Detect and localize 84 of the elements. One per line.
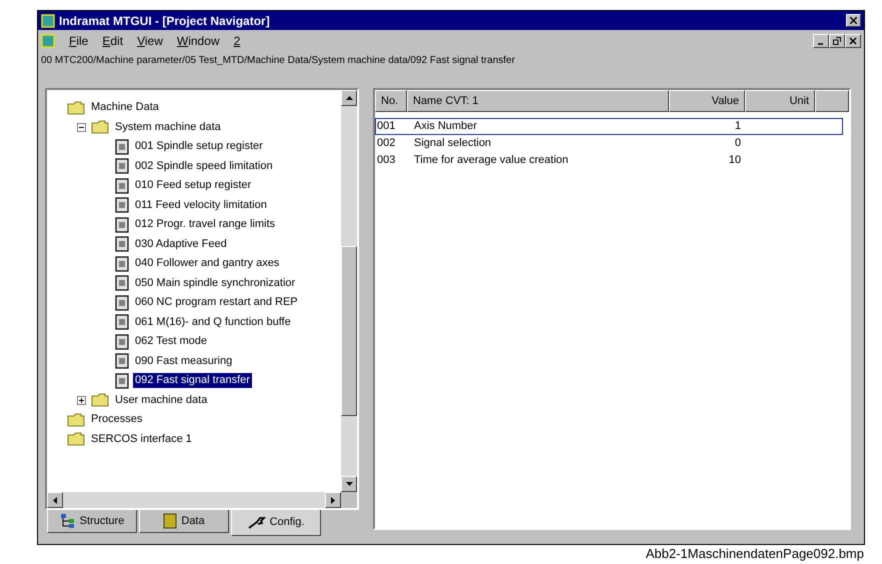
document-icon — [115, 334, 129, 350]
table-cell-text: 001 — [376, 119, 396, 134]
data-icon — [163, 513, 178, 529]
tree-item[interactable]: 092 Fast signal transfer — [133, 373, 252, 388]
table-cell-text: 003 — [376, 153, 396, 168]
tree-item[interactable]: 002 Spindle speed limitation — [133, 158, 275, 174]
tree-item[interactable]: Machine Data — [89, 100, 161, 116]
document-icon — [115, 178, 129, 194]
folder-icon — [91, 393, 109, 408]
tree-item[interactable]: 001 Spindle setup register — [133, 139, 265, 154]
column-header[interactable]: Value — [669, 90, 745, 112]
document-icon — [115, 158, 129, 174]
table-row[interactable]: 003 Time for average value creation 10 — [375, 152, 843, 169]
table-cell-text: Axis Number — [413, 119, 478, 134]
document-icon — [115, 353, 129, 370]
column-header[interactable]: No. — [375, 90, 407, 112]
tab[interactable]: Structure — [47, 510, 137, 533]
tree-item[interactable]: Processes — [89, 412, 144, 428]
path-text: 00 MTC200/Machine parameter/05 Test_MTD/Machine Data/System machine data/092 Fast signal transfer — [41, 54, 515, 68]
tree-item[interactable]: 040 Follower and gantry axes — [133, 256, 282, 272]
tree-item[interactable]: SERCOS interface 1 — [89, 432, 194, 447]
tree-item[interactable]: 060 NC program restart and REP — [133, 295, 300, 310]
app-icon — [41, 14, 55, 28]
tab[interactable]: Data — [139, 510, 229, 533]
folder-icon — [67, 432, 85, 446]
up-arrow-icon — [346, 96, 352, 100]
document-icon — [115, 138, 129, 155]
table-cell-text: Signal selection — [413, 136, 492, 152]
table-cell-text: 1 — [734, 119, 742, 134]
left-arrow-icon — [53, 496, 57, 504]
image-caption: Abb2-1MaschinendatenPage092.bmp — [646, 546, 864, 562]
restore-icon — [833, 37, 841, 45]
tree-item[interactable]: User machine data — [113, 392, 210, 408]
document-icon — [115, 314, 129, 330]
column-header[interactable]: Name CVT: 1 — [407, 90, 669, 112]
tree-item[interactable]: 011 Feed velocity limitation — [133, 198, 269, 213]
tree-item[interactable]: 062 Test mode — [133, 334, 209, 350]
tree-item[interactable]: 090 Fast measuring — [133, 354, 234, 369]
document-icon — [115, 197, 129, 214]
tree-item[interactable]: 012 Progr. travel range limits — [133, 217, 278, 232]
down-arrow-icon — [346, 482, 352, 486]
tree-item[interactable]: System machine data — [113, 120, 223, 135]
document-window-icon — [41, 34, 55, 48]
tree-item[interactable]: 050 Main spindle synchronizatior — [133, 276, 298, 291]
document-icon — [115, 216, 129, 233]
close-icon — [849, 37, 857, 45]
column-header[interactable]: Unit — [745, 90, 815, 112]
window-title: Indramat MTGUI - [Project Navigator] — [59, 12, 270, 30]
menu-item[interactable]: Edit — [102, 32, 124, 50]
document-icon — [115, 256, 129, 272]
tab[interactable]: Config. — [231, 510, 321, 536]
vertical-scrollbar[interactable] — [341, 90, 357, 492]
folder-icon — [67, 412, 85, 427]
table-cell-text: 002 — [376, 136, 396, 152]
minimize-button[interactable] — [813, 34, 829, 48]
document-icon — [115, 236, 129, 252]
tree-structure-icon — [60, 513, 76, 529]
tree-item[interactable]: 061 M(16)- and Q function buffe — [133, 314, 293, 330]
tree-item[interactable]: 030 Adaptive Feed — [133, 236, 229, 252]
document-icon — [115, 275, 129, 292]
close-button[interactable] — [846, 14, 861, 27]
close-icon — [850, 17, 857, 24]
document-icon — [115, 372, 129, 389]
horizontal-scrollbar[interactable] — [47, 492, 341, 508]
close-button[interactable] — [845, 34, 861, 48]
wrench-icon — [248, 516, 266, 530]
document-icon — [115, 294, 129, 311]
folder-icon — [67, 100, 85, 115]
restore-button[interactable] — [829, 34, 845, 48]
table-cell-text: 0 — [734, 136, 742, 152]
table-row[interactable]: 001 Axis Number 1 — [375, 118, 843, 135]
menu-item[interactable]: File — [69, 32, 88, 50]
table-cell-text: 10 — [728, 153, 742, 168]
tree-item[interactable]: 010 Feed setup register — [133, 178, 254, 194]
scrollbar-corner — [341, 492, 357, 508]
collapse-icon[interactable] — [77, 122, 86, 132]
table-cell-text: Time for average value creation — [413, 153, 570, 168]
table-row[interactable]: 002 Signal selection 0 — [375, 135, 843, 152]
folder-icon — [91, 120, 109, 134]
expand-icon[interactable] — [77, 396, 86, 405]
menu-item[interactable]: Window — [176, 32, 220, 50]
right-arrow-icon — [331, 496, 335, 504]
menu-item[interactable]: 2 — [234, 32, 240, 50]
menu-item[interactable]: View — [137, 32, 163, 50]
